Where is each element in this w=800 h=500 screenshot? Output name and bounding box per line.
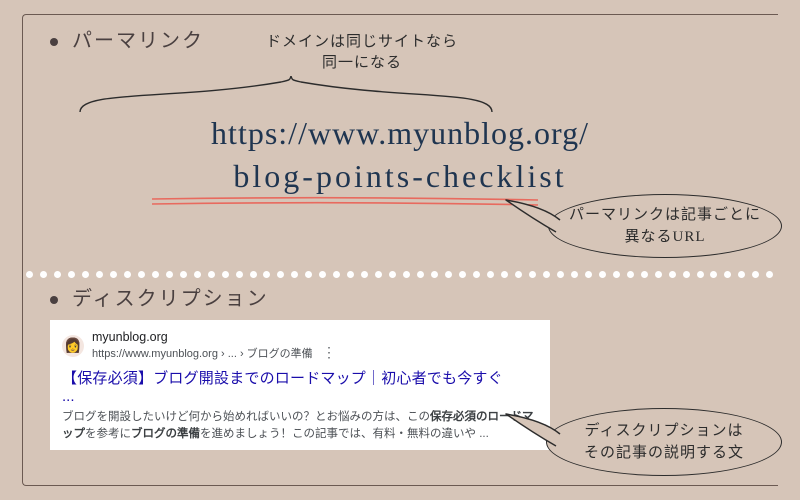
dot-icon <box>501 271 508 278</box>
serp-site-name: myunblog.org <box>92 330 336 344</box>
bullet-icon <box>50 38 58 46</box>
bubble-tail-icon <box>502 410 562 454</box>
bubble-tail-icon <box>502 196 562 240</box>
dot-icon <box>96 271 103 278</box>
dot-icon <box>571 271 578 278</box>
underline-icon <box>150 196 540 206</box>
domain-annotation: ドメインは同じサイトなら 同一になる <box>232 32 492 74</box>
serp-description: ブログを開設したいけど何から始めればいいの？とお悩みの方は、この保存必須のロード… <box>62 409 538 442</box>
dot-icon <box>110 271 117 278</box>
url-slug-text: blog-points-checklist <box>233 158 566 194</box>
dot-icon <box>613 271 620 278</box>
dot-icon <box>697 271 704 278</box>
dot-icon <box>459 271 466 278</box>
dot-icon <box>305 271 312 278</box>
dot-icon <box>641 271 648 278</box>
dot-icon <box>319 271 326 278</box>
dot-icon <box>655 271 662 278</box>
url-display: https://www.myunblog.org/ blog-points-ch… <box>0 112 800 198</box>
dot-icon <box>40 271 47 278</box>
dot-icon <box>543 271 550 278</box>
bubble-permalink-line1: パーマリンクは記事ごとに <box>569 204 761 227</box>
brace-icon <box>76 76 496 114</box>
dot-icon <box>529 271 536 278</box>
dot-icon <box>166 271 173 278</box>
serp-title[interactable]: 【保存必須】ブログ開設までのロードマップ｜初心者でも今すぐ <box>62 367 538 388</box>
dot-icon <box>180 271 187 278</box>
dot-icon <box>669 271 676 278</box>
dot-icon <box>389 271 396 278</box>
dot-icon <box>291 271 298 278</box>
heading-description-text: ディスクリプション <box>72 288 269 310</box>
heading-description: ディスクリプション <box>50 282 269 311</box>
bullet-icon <box>50 296 58 304</box>
serp-desc-part1: ブログを開設したいけど何から始めればいいの？とお悩みの方は、この <box>62 411 430 423</box>
dot-icon <box>473 271 480 278</box>
dot-icon <box>347 271 354 278</box>
dot-icon <box>417 271 424 278</box>
dot-icon <box>752 271 759 278</box>
dot-icon <box>403 271 410 278</box>
dot-icon <box>277 271 284 278</box>
speech-bubble-description: ディスクリプションは その記事の説明する文 <box>546 408 782 476</box>
dot-icon <box>599 271 606 278</box>
heading-permalink-text: パーマリンク <box>72 30 204 52</box>
dot-icon <box>26 271 33 278</box>
domain-annotation-line1: ドメインは同じサイトなら <box>232 32 492 53</box>
dot-icon <box>250 271 257 278</box>
dot-icon <box>515 271 522 278</box>
dot-icon <box>738 271 745 278</box>
dot-icon <box>766 271 773 278</box>
dot-icon <box>124 271 131 278</box>
domain-annotation-line2: 同一になる <box>232 53 492 74</box>
dot-icon <box>138 271 145 278</box>
serp-desc-part3: を進めましょう！この記事では、有料・無料の違いや ... <box>200 428 489 440</box>
serp-header: 👩 myunblog.org https://www.myunblog.org … <box>62 330 538 361</box>
dot-icon <box>361 271 368 278</box>
dot-icon <box>208 271 215 278</box>
dot-icon <box>585 271 592 278</box>
heading-permalink: パーマリンク <box>50 24 204 53</box>
dot-icon <box>333 271 340 278</box>
dot-icon <box>683 271 690 278</box>
serp-title-ellipsis: ... <box>62 388 538 405</box>
url-domain-text: https://www.myunblog.org/ <box>211 115 589 151</box>
dot-icon <box>375 271 382 278</box>
bubble-description-line1: ディスクリプションは <box>585 420 744 443</box>
kebab-menu-icon[interactable]: ⋮ <box>322 344 336 360</box>
favicon-emoji: 👩 <box>64 337 81 354</box>
divider-dots <box>26 270 774 278</box>
dot-icon <box>68 271 75 278</box>
dot-icon <box>222 271 229 278</box>
bubble-description-line2: その記事の説明する文 <box>584 442 744 465</box>
serp-desc-part2: を参考に <box>85 428 131 440</box>
dot-icon <box>487 271 494 278</box>
favicon-icon: 👩 <box>62 335 84 357</box>
dot-icon <box>152 271 159 278</box>
dot-icon <box>431 271 438 278</box>
dot-icon <box>263 271 270 278</box>
serp-card: 👩 myunblog.org https://www.myunblog.org … <box>50 320 550 450</box>
dot-icon <box>54 271 61 278</box>
dot-icon <box>236 271 243 278</box>
speech-bubble-permalink: パーマリンクは記事ごとに 異なるURL <box>548 194 782 258</box>
serp-breadcrumb: https://www.myunblog.org › ... › ブログの準備 <box>92 348 313 360</box>
dot-icon <box>82 271 89 278</box>
dot-icon <box>557 271 564 278</box>
dot-icon <box>445 271 452 278</box>
serp-desc-bold2: ブログの準備 <box>131 428 200 440</box>
dot-icon <box>724 271 731 278</box>
dot-icon <box>627 271 634 278</box>
bubble-permalink-line2: 異なるURL <box>624 226 705 249</box>
dot-icon <box>710 271 717 278</box>
dot-icon <box>194 271 201 278</box>
